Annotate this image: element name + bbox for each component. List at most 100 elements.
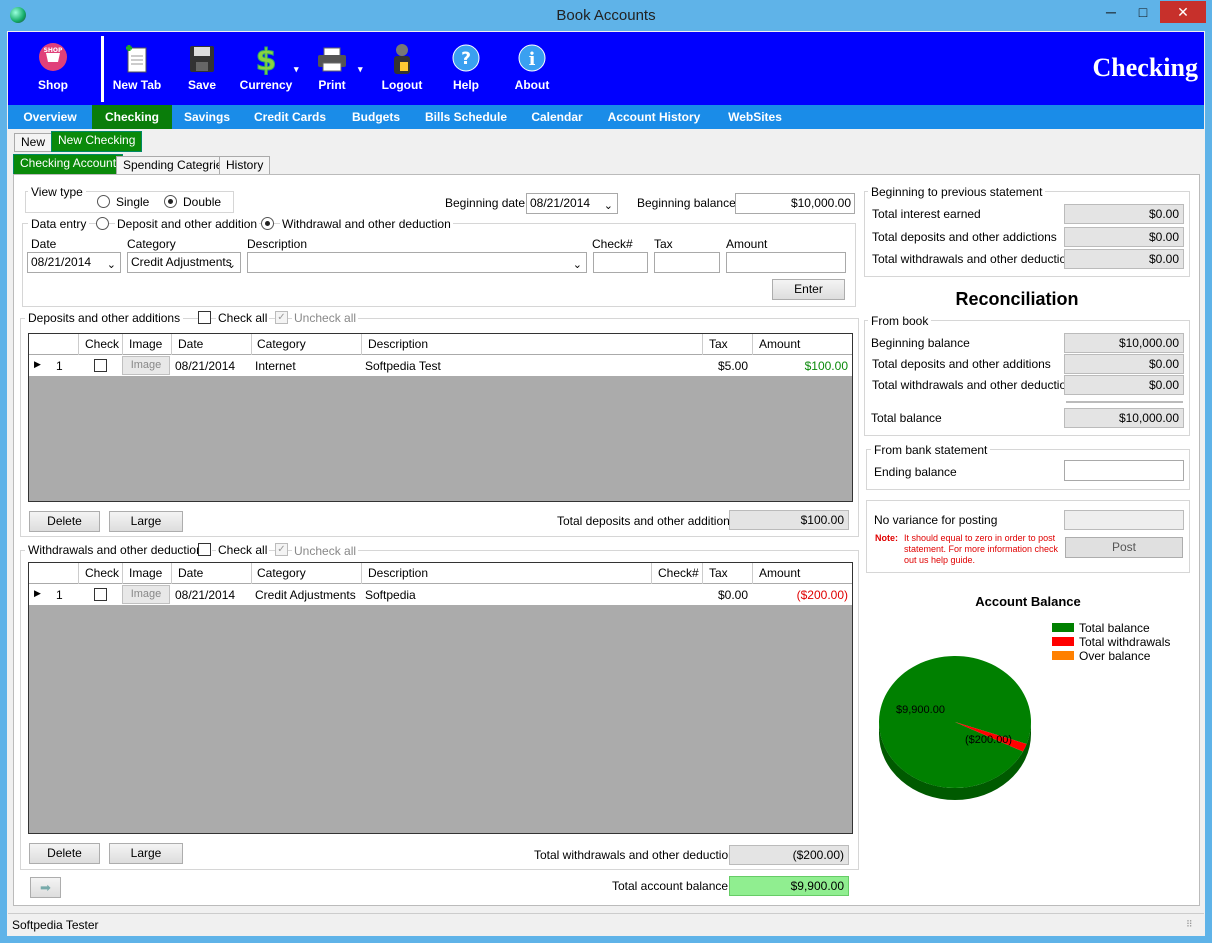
close-button[interactable]: ✕	[1160, 1, 1206, 23]
category-select[interactable]: Credit Adjustments ⌄	[127, 252, 241, 273]
col-category[interactable]: Category	[257, 337, 306, 351]
col-amount[interactable]: Amount	[759, 566, 800, 580]
deposits-total-label: Total deposits and other additions	[557, 514, 736, 528]
withdrawals-check-all-checkbox[interactable]	[198, 543, 211, 556]
subtab-new-checking[interactable]: New Checking	[51, 131, 143, 152]
new-tab-button[interactable]: New Tab	[108, 32, 166, 105]
row-check-checkbox[interactable]	[94, 588, 107, 601]
subtab-new[interactable]: New	[14, 133, 53, 152]
account-balance-label: Total account balance	[612, 879, 729, 893]
deposits-grid: Check Image Date Category Description Ta…	[28, 333, 853, 502]
col-date[interactable]: Date	[178, 566, 203, 580]
withdrawals-grid-header: Check Image Date Category Description Ch…	[29, 563, 852, 584]
title-bar: Book Accounts ─ □ ✕	[0, 0, 1212, 31]
col-amount[interactable]: Amount	[759, 337, 800, 351]
minimize-button[interactable]: ─	[1096, 1, 1126, 23]
withdrawals-total-label: Total withdrawals and other deductions	[534, 848, 741, 862]
withdrawals-large-button[interactable]: Large	[109, 843, 183, 864]
table-row[interactable]: ▶ 1 Image 08/21/2014 Credit Adjustments …	[29, 584, 852, 605]
logout-button[interactable]: Logout	[376, 32, 428, 105]
chevron-down-icon: ⌄	[106, 259, 116, 271]
row-selector-icon: ▶	[34, 359, 41, 369]
resize-grip-icon[interactable]: ⠿	[1186, 919, 1193, 930]
row-image-button[interactable]: Image	[122, 356, 170, 375]
nav-savings[interactable]: Savings	[176, 105, 238, 129]
tax-label: Tax	[654, 237, 673, 251]
deposits-grid-header: Check Image Date Category Description Ta…	[29, 334, 852, 355]
tab-checking-account[interactable]: Checking Account	[13, 154, 124, 175]
col-check[interactable]: Check	[85, 337, 119, 351]
check-number-label: Check#	[592, 237, 633, 251]
deposits-delete-button[interactable]: Delete	[29, 511, 100, 532]
nav-credit-cards[interactable]: Credit Cards	[248, 105, 332, 129]
col-tax[interactable]: Tax	[709, 566, 728, 580]
beginning-date-picker[interactable]: 08/21/2014 ⌄	[526, 193, 618, 214]
currency-button[interactable]: $ Currency ▾	[236, 32, 299, 105]
help-button[interactable]: ? Help	[444, 32, 488, 105]
row-selector-icon: ▶	[34, 588, 41, 598]
entry-date-picker[interactable]: 08/21/2014 ⌄	[27, 252, 121, 273]
nav-websites[interactable]: WebSites	[718, 105, 792, 129]
currency-dropdown-caret[interactable]: ▾	[294, 64, 299, 75]
amount-field[interactable]	[726, 252, 846, 273]
svg-text:SHOP: SHOP	[44, 47, 63, 54]
withdrawals-delete-button[interactable]: Delete	[29, 843, 100, 864]
withdrawal-radio[interactable]	[261, 217, 274, 230]
double-radio[interactable]	[164, 195, 177, 208]
chevron-down-icon: ⌄	[226, 259, 236, 271]
next-arrow-button[interactable]: ➡	[30, 877, 61, 898]
withdrawals-uncheck-all-checkbox[interactable]: ✓	[275, 543, 288, 556]
save-button[interactable]: Save	[180, 32, 224, 105]
nav-bills-schedule[interactable]: Bills Schedule	[420, 105, 512, 129]
beginning-balance-field[interactable]: $10,000.00	[735, 193, 855, 214]
col-image[interactable]: Image	[129, 566, 162, 580]
deposit-radio[interactable]	[96, 217, 109, 230]
note-text: It should equal to zero in order to post…	[904, 533, 1059, 565]
withdrawals-check-all-label: Check all	[216, 543, 270, 557]
nav-overview[interactable]: Overview	[14, 105, 86, 129]
col-description[interactable]: Description	[368, 566, 428, 580]
ending-balance-field[interactable]	[1064, 460, 1184, 481]
description-select[interactable]: ⌄	[247, 252, 587, 273]
window-title: Book Accounts	[556, 7, 656, 24]
deposits-check-all-checkbox[interactable]	[198, 311, 211, 324]
row-description: Softpedia Test	[365, 359, 441, 373]
row-amount: $100.00	[804, 359, 848, 373]
nav-calendar[interactable]: Calendar	[522, 105, 592, 129]
rec-total-value: $10,000.00	[1064, 408, 1184, 428]
col-check[interactable]: Check	[85, 566, 119, 580]
col-image[interactable]: Image	[129, 337, 162, 351]
chevron-down-icon: ⌄	[572, 259, 582, 271]
nav-checking[interactable]: Checking	[92, 105, 172, 129]
table-row[interactable]: ▶ 1 Image 08/21/2014 Internet Softpedia …	[29, 355, 852, 376]
shop-button[interactable]: SHOP Shop	[28, 32, 78, 105]
tab-spending-categories[interactable]: Spending Categries	[116, 156, 236, 175]
enter-button[interactable]: Enter	[772, 279, 845, 300]
single-radio[interactable]	[97, 195, 110, 208]
shop-icon: SHOP	[39, 43, 67, 71]
row-check-checkbox[interactable]	[94, 359, 107, 372]
tax-field[interactable]	[654, 252, 720, 273]
rec-withdrawals-value: $0.00	[1064, 375, 1184, 395]
deposits-uncheck-all-label: Uncheck all	[292, 311, 359, 325]
col-category[interactable]: Category	[257, 566, 306, 580]
beginning-balance-label: Beginning balance	[637, 196, 736, 210]
col-description[interactable]: Description	[368, 337, 428, 351]
maximize-button[interactable]: □	[1128, 1, 1158, 23]
about-button[interactable]: i About	[510, 32, 554, 105]
row-image-button[interactable]: Image	[122, 585, 170, 604]
view-type-label: View type	[28, 185, 86, 199]
col-tax[interactable]: Tax	[709, 337, 728, 351]
nav-budgets[interactable]: Budgets	[344, 105, 408, 129]
col-check-number[interactable]: Check#	[658, 566, 699, 580]
check-number-field[interactable]	[593, 252, 648, 273]
tab-history[interactable]: History	[219, 156, 271, 175]
col-date[interactable]: Date	[178, 337, 203, 351]
print-button[interactable]: Print ▾	[310, 32, 363, 105]
nav-account-history[interactable]: Account History	[602, 105, 706, 129]
deposits-large-button[interactable]: Large	[109, 511, 183, 532]
row-category: Internet	[255, 359, 296, 373]
deposits-uncheck-all-checkbox[interactable]: ✓	[275, 311, 288, 324]
print-dropdown-caret[interactable]: ▾	[358, 64, 363, 75]
post-button[interactable]: Post	[1065, 537, 1183, 558]
